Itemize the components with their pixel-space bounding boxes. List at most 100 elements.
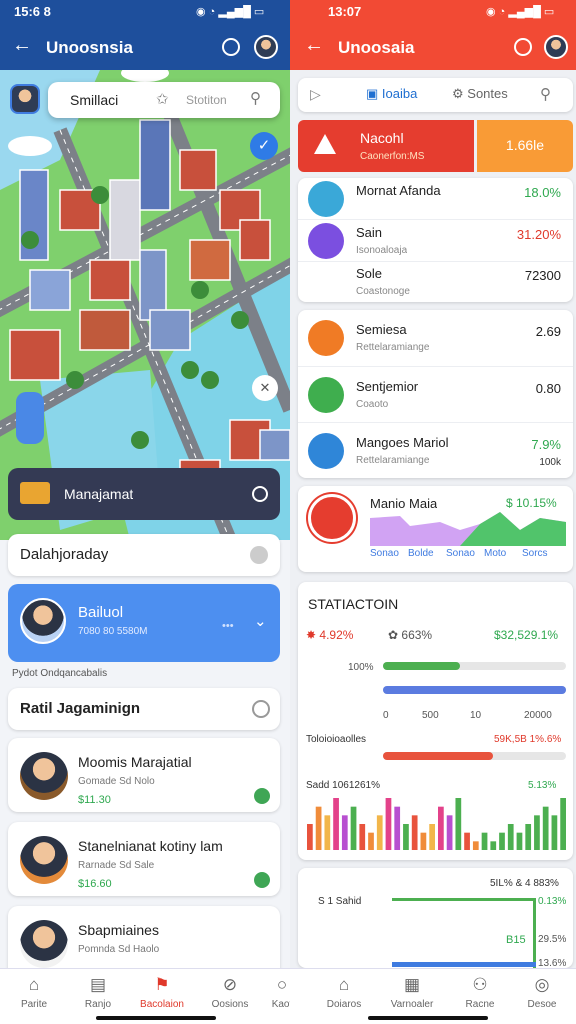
map-building <box>239 219 271 261</box>
map-building <box>139 119 171 211</box>
person-icon[interactable]: ⚲ <box>540 85 551 103</box>
spark-icon: ✸ <box>306 628 320 642</box>
people-icon: ⚇ <box>472 975 488 994</box>
wallet-icon <box>20 482 50 504</box>
bottom-card: S 1 Sahid 5IL% & 4 883% 0.13% B15 29.5% … <box>298 868 573 969</box>
person-sub: Gomade Sd Nolo <box>78 776 155 787</box>
home-indicator <box>96 1016 216 1020</box>
nav-item-2[interactable]: ⚑ Bacolaion <box>136 975 188 1010</box>
map-controls[interactable] <box>16 392 44 444</box>
close-map-icon[interactable]: ✕ <box>252 375 278 401</box>
metric-name: Sentjemior <box>356 379 419 394</box>
kpi-1: ✸ 4.92% <box>306 628 354 642</box>
play-icon[interactable]: ▷ <box>310 86 321 103</box>
person-sub: Rarnade Sd Sale <box>78 860 155 871</box>
list-header[interactable]: Ratil Jagaminign <box>8 688 280 730</box>
right-app-bar: 13:07 ◉ ◔ ▂▄▆█ ▭ ← Unoosaia <box>290 0 576 70</box>
mini-chart-label: Bolde <box>408 548 434 559</box>
shield-icon[interactable] <box>254 788 270 804</box>
kpi-2: ✿ 663% <box>388 628 433 642</box>
info-icon[interactable] <box>252 700 270 718</box>
kpi-3: $32,529.1% <box>494 628 559 642</box>
metric-sub: Rettelaramiange <box>356 455 430 466</box>
progress-track-2 <box>383 752 566 760</box>
nav-item-0[interactable]: ⌂ Doiaros <box>318 975 370 1010</box>
metric-icon <box>308 377 344 413</box>
search-icon[interactable] <box>514 38 532 56</box>
metric-icon <box>308 180 344 217</box>
right-screen: 13:07 ◉ ◔ ▂▄▆█ ▭ ← Unoosaia ▷ ▣ Ioaiba ⚙… <box>290 0 576 1024</box>
search-icon[interactable] <box>222 38 240 56</box>
metric-icon <box>308 222 344 259</box>
list-item[interactable]: Stanelnianat kotiny lam Rarnade Sd Sale $1… <box>8 822 280 896</box>
gear-icon[interactable] <box>250 546 268 564</box>
map-tree <box>201 371 219 389</box>
avatar[interactable] <box>544 35 568 59</box>
metric-value: 7.9% <box>531 437 561 452</box>
check-icon[interactable]: ✓ <box>250 132 278 160</box>
metric-value: 72300 <box>524 268 561 284</box>
profile-card[interactable]: Bailuol 7080 80 5580M ••• ⌄ <box>8 584 280 662</box>
section-card[interactable]: Dalahjoraday <box>8 534 280 576</box>
histogram-bar <box>359 824 366 850</box>
tick-0: 0 <box>383 710 389 721</box>
alert-card[interactable]: Nacohl Caonerfon:MS <box>298 120 474 172</box>
caption: Pydot Ondqancabalis <box>12 668 108 679</box>
nav-item-3[interactable]: ◎ Desoe <box>516 975 568 1010</box>
search-input[interactable]: Stotiton <box>186 93 227 107</box>
chevron-down-icon[interactable]: ⌄ <box>254 612 267 630</box>
hist-value: 5.13% <box>528 780 557 791</box>
alert-value: 1.66le <box>505 137 545 153</box>
metric-name: Mornat Afanda <box>356 182 441 198</box>
person-search-icon[interactable]: ⚲ <box>250 89 261 107</box>
map-tree <box>231 311 249 329</box>
avatar[interactable] <box>254 35 278 59</box>
metric-row[interactable]: Sain Isonoaloaja 31.20% <box>298 219 573 260</box>
histogram-bar <box>376 815 383 850</box>
metric-sub: Coastonoge <box>356 286 410 298</box>
back-arrow-icon[interactable]: ← <box>12 34 32 57</box>
metric-row[interactable]: Semiesa Rettelaramiange 2.69 <box>298 310 573 366</box>
more-icon[interactable]: ••• <box>222 620 234 632</box>
bottom-top-value: 5IL% & 4 883% <box>490 878 559 889</box>
manage-banner[interactable]: Manajamat <box>8 468 280 520</box>
metric-row[interactable]: Sentjemior Coaoto 0.80 <box>298 366 573 422</box>
mini-chart-label: Sonao <box>370 548 399 559</box>
manage-label: Manajamat <box>64 486 134 502</box>
mini-chart-label: Sonao <box>446 548 475 559</box>
metric-row[interactable]: Mangoes Mariol Rettelaramiange 7.9% 100k <box>298 422 573 478</box>
nav-item-1[interactable]: ▦ Varnoaler <box>386 975 438 1010</box>
mini-chart-card[interactable]: Manio Maia $ 10.15% Sonao Bolde Sonao Moto S… <box>298 486 573 572</box>
nav-item-2[interactable]: ⚇ Racne <box>454 975 506 1010</box>
shield-icon[interactable] <box>254 872 270 888</box>
home-icon: ⌂ <box>28 975 40 994</box>
alert-value-card[interactable]: 1.66le <box>477 120 573 172</box>
map-building <box>179 149 217 191</box>
flag-icon: ⚑ <box>154 975 170 994</box>
nav-item-3[interactable]: ⊘ Oosions <box>204 975 256 1010</box>
list-icon: ▤ <box>89 975 107 994</box>
nav-item-0[interactable]: ⌂ Parite <box>8 975 60 1010</box>
histogram-bar <box>481 832 488 850</box>
tab-0[interactable]: ▣ Ioaiba <box>366 86 417 102</box>
nav-item-1[interactable]: ▤ Ranjo <box>72 975 124 1010</box>
tab-1[interactable]: ⚙ Sontes <box>452 86 508 102</box>
star-icon[interactable]: ✩ <box>156 90 169 108</box>
search-label: Smillaci <box>70 92 119 108</box>
bar-label-0: 100% <box>348 662 374 673</box>
map-building <box>109 179 141 261</box>
metric-icon <box>308 433 344 469</box>
metric-name: Mangoes Mariol <box>356 435 449 450</box>
list-item[interactable]: Moomis Marajatial Gomade Sd Nolo $11.30 <box>8 738 280 812</box>
metric-row[interactable]: Sole Coastonoge 72300 <box>298 260 573 302</box>
back-arrow-icon[interactable]: ← <box>304 34 324 57</box>
map-tree <box>66 371 84 389</box>
search-card[interactable]: Smillaci ✩ Stotiton ⚲ <box>10 82 280 118</box>
progress-track-0 <box>383 662 566 670</box>
coin-icon: ◎ <box>534 975 550 994</box>
nav-item-4[interactable]: ○Kaot <box>262 975 290 1010</box>
radio-icon[interactable] <box>252 486 268 502</box>
bottom-mid1: 0.13% <box>538 896 567 907</box>
metric-row[interactable]: Mornat Afanda 18.0% <box>298 178 573 219</box>
metric-icon <box>308 320 344 356</box>
